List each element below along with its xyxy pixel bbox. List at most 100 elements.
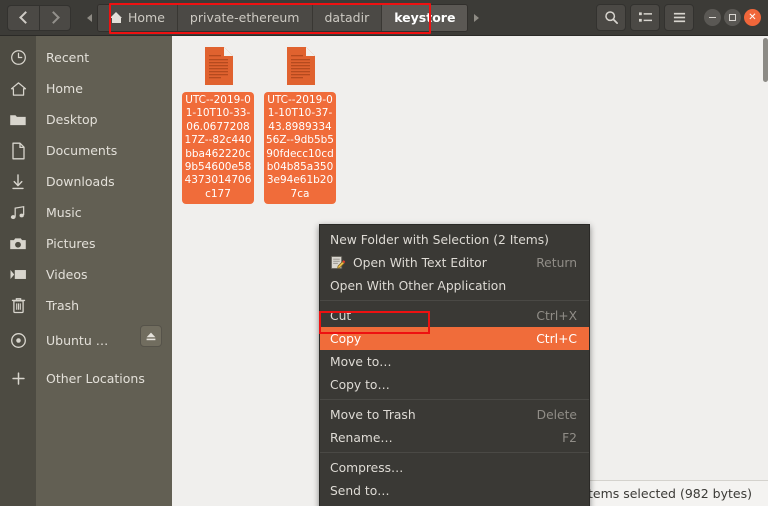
document-icon xyxy=(0,135,36,166)
forward-button[interactable] xyxy=(39,5,71,31)
camera-icon xyxy=(0,228,36,259)
view-options-button[interactable] xyxy=(630,4,660,31)
search-icon xyxy=(604,10,619,25)
breadcrumb-item-keystore[interactable]: keystore xyxy=(382,5,467,31)
window-controls: ✕ xyxy=(704,9,761,26)
file-name-label: UTC--2019-01-10T10-33-06.067720817Z--82c… xyxy=(182,92,254,204)
menu-item-new-folder-with-selection[interactable]: New Folder with Selection (2 Items) xyxy=(320,228,589,251)
back-button[interactable] xyxy=(7,5,39,31)
sidebar-item-ubuntu-disc[interactable]: Ubuntu … xyxy=(36,321,172,359)
search-button[interactable] xyxy=(596,4,626,31)
list-view-icon xyxy=(638,11,653,24)
breadcrumb-label: private-ethereum xyxy=(190,10,300,25)
menu-item-label: Cut xyxy=(330,309,351,323)
sidebar-item-recent[interactable]: Recent xyxy=(36,42,172,73)
folder-icon xyxy=(0,104,36,135)
menu-item-label: New Folder with Selection (2 Items) xyxy=(330,233,549,247)
sidebar-item-other-locations[interactable]: Other Locations xyxy=(36,359,172,397)
menu-item-move-to[interactable]: Move to… xyxy=(320,350,589,373)
eject-button[interactable] xyxy=(140,325,162,347)
maximize-button[interactable] xyxy=(724,9,741,26)
context-menu: New Folder with Selection (2 Items) Open… xyxy=(319,224,590,506)
menu-item-label: Copy xyxy=(330,332,361,346)
chevron-right-icon xyxy=(47,11,60,24)
sidebar-item-desktop[interactable]: Desktop xyxy=(36,104,172,135)
download-icon xyxy=(0,166,36,197)
plus-icon xyxy=(0,359,36,397)
chevron-left-icon xyxy=(19,11,32,24)
close-button[interactable]: ✕ xyxy=(744,9,761,26)
minimize-button[interactable] xyxy=(704,9,721,26)
breadcrumb-label: datadir xyxy=(325,10,370,25)
menu-item-copy-to[interactable]: Copy to… xyxy=(320,373,589,396)
menu-item-compress[interactable]: Compress… xyxy=(320,456,589,479)
menu-item-label: Move to… xyxy=(330,355,392,369)
menu-item-accelerator: Ctrl+C xyxy=(536,332,577,346)
sidebar-item-label: Home xyxy=(36,81,83,96)
sidebar-item-videos[interactable]: Videos xyxy=(36,259,172,290)
maximize-icon xyxy=(729,14,736,21)
header-actions: ✕ xyxy=(596,4,768,31)
breadcrumb: Home private-ethereum datadir keystore xyxy=(81,3,484,33)
menu-item-send-to[interactable]: Send to… xyxy=(320,479,589,502)
triangle-right-icon xyxy=(474,14,479,22)
text-file-icon xyxy=(276,42,324,90)
menu-item-label: Send to… xyxy=(330,484,390,498)
menu-item-copy[interactable]: Copy Ctrl+C xyxy=(320,327,589,350)
menu-item-rename[interactable]: Rename… F2 xyxy=(320,426,589,449)
breadcrumb-scroll-right[interactable] xyxy=(468,3,484,33)
sidebar-item-label: Desktop xyxy=(36,112,98,127)
menu-item-label: Open With Other Application xyxy=(330,279,506,293)
breadcrumb-item-datadir[interactable]: datadir xyxy=(313,5,383,31)
hamburger-menu-button[interactable] xyxy=(664,4,694,31)
sidebar-item-pictures[interactable]: Pictures xyxy=(36,228,172,259)
breadcrumb-item-private-ethereum[interactable]: private-ethereum xyxy=(178,5,313,31)
navigation-buttons xyxy=(7,5,71,31)
trash-icon xyxy=(0,290,36,321)
text-editor-icon xyxy=(330,255,345,270)
menu-separator xyxy=(320,300,589,301)
menu-separator xyxy=(320,399,589,400)
clock-icon xyxy=(0,42,36,73)
status-bar: 2 items selected (982 bytes) xyxy=(560,480,768,506)
file-item[interactable]: UTC--2019-01-10T10-37-43.898933456Z--9db… xyxy=(262,42,338,204)
sidebar-item-music[interactable]: Music xyxy=(36,197,172,228)
breadcrumb-list: Home private-ethereum datadir keystore xyxy=(97,4,468,32)
menu-item-label: Open With Text Editor xyxy=(330,256,487,270)
menu-item-cut[interactable]: Cut Ctrl+X xyxy=(320,304,589,327)
menu-item-move-to-trash[interactable]: Move to Trash Delete xyxy=(320,403,589,426)
sidebar-item-trash[interactable]: Trash xyxy=(36,290,172,321)
sidebar-item-label: Trash xyxy=(36,298,79,313)
vertical-scrollbar[interactable] xyxy=(763,38,768,82)
sidebar-item-label: Music xyxy=(36,205,82,220)
breadcrumb-item-home[interactable]: Home xyxy=(98,5,178,31)
sidebar-item-label: Documents xyxy=(36,143,117,158)
menu-item-revert-to-previous-versions[interactable]: Revert to Previous Versions… xyxy=(320,502,589,506)
breadcrumb-label: keystore xyxy=(394,10,455,25)
sidebar-item-label: Videos xyxy=(36,267,88,282)
home-icon xyxy=(0,73,36,104)
menu-item-label: Rename… xyxy=(330,431,393,445)
status-text: 2 items selected (982 bytes) xyxy=(573,486,752,501)
sidebar-item-label: Downloads xyxy=(36,174,115,189)
breadcrumb-label: Home xyxy=(128,10,165,25)
header-bar: Home private-ethereum datadir keystore xyxy=(0,0,768,36)
sidebar-list: Recent Home Desktop Documents xyxy=(36,36,172,506)
menu-item-label: Move to Trash xyxy=(330,408,416,422)
menu-item-open-with-other-application[interactable]: Open With Other Application xyxy=(320,274,589,297)
sidebar-item-label: Ubuntu … xyxy=(36,333,108,348)
file-item[interactable]: UTC--2019-01-10T10-33-06.067720817Z--82c… xyxy=(180,42,256,204)
text-file-icon xyxy=(194,42,242,90)
menu-item-accelerator: Return xyxy=(536,256,577,270)
sidebar: Recent Home Desktop Documents xyxy=(0,36,172,506)
close-icon: ✕ xyxy=(748,13,756,23)
sidebar-item-documents[interactable]: Documents xyxy=(36,135,172,166)
sidebar-item-home[interactable]: Home xyxy=(36,73,172,104)
sidebar-item-downloads[interactable]: Downloads xyxy=(36,166,172,197)
menu-item-accelerator: Delete xyxy=(537,408,577,422)
breadcrumb-scroll-left[interactable] xyxy=(81,3,97,33)
menu-item-open-with-text-editor[interactable]: Open With Text Editor Return xyxy=(320,251,589,274)
menu-item-accelerator: Ctrl+X xyxy=(536,309,577,323)
sidebar-item-label: Other Locations xyxy=(36,371,145,386)
icon-grid: UTC--2019-01-10T10-33-06.067720817Z--82c… xyxy=(172,36,768,204)
